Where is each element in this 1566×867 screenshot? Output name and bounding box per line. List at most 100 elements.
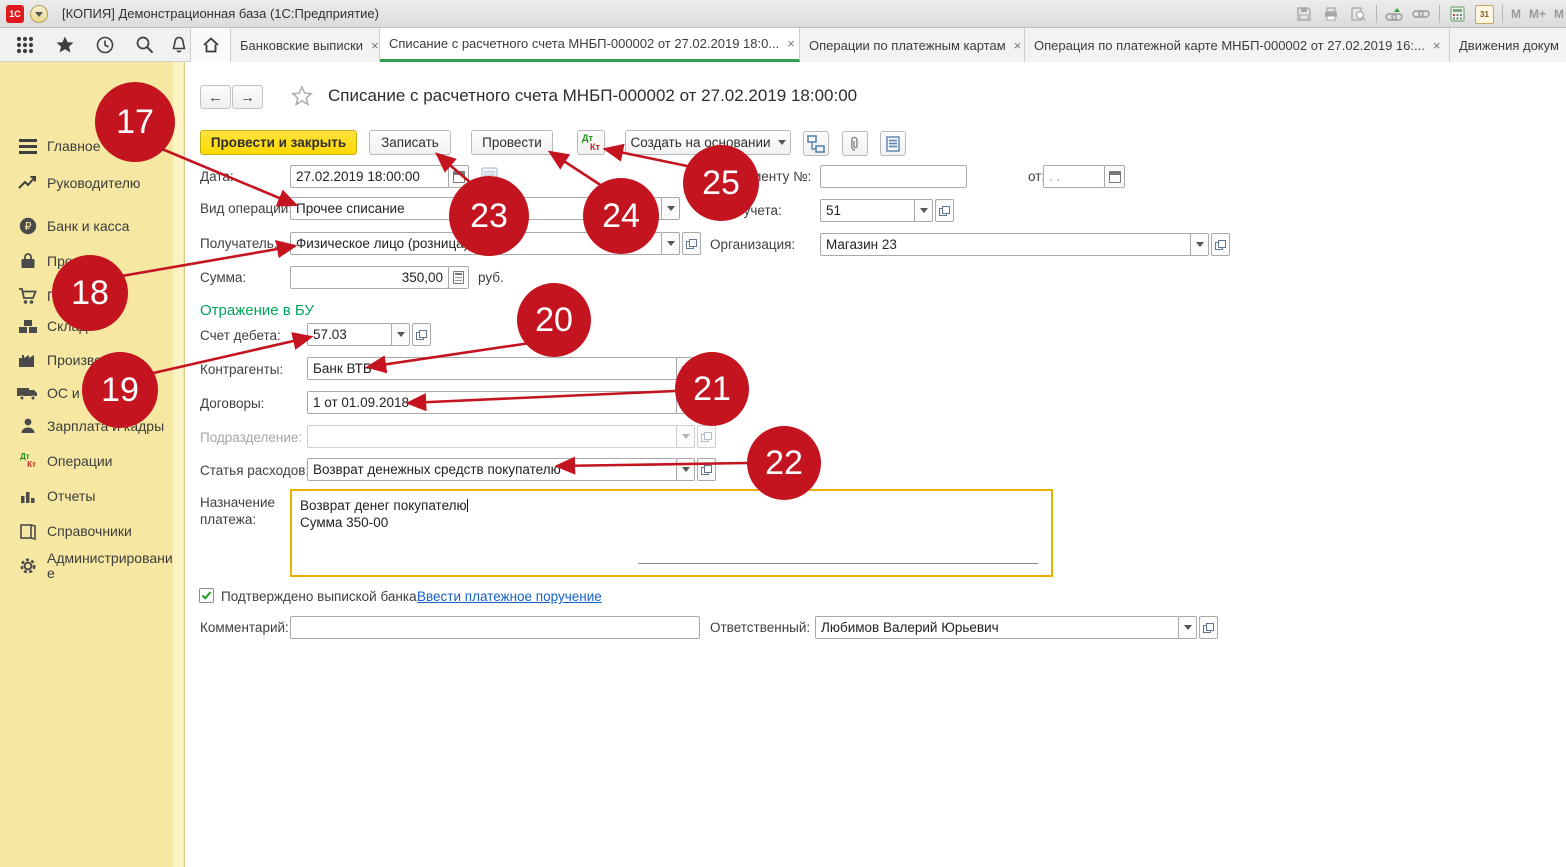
recipient-dropdown-button[interactable] [661,232,680,255]
department-open-button [697,425,716,448]
related-documents-button[interactable] [803,131,829,156]
tab-home[interactable] [190,28,231,62]
history-icon[interactable] [92,33,118,57]
memory-mminus-button[interactable]: M [1554,7,1564,21]
doc-number-input[interactable] [820,165,967,188]
comment-label: Комментарий: [200,620,289,635]
organization-open-button[interactable] [1211,233,1230,256]
sidebar-item-rukovoditelyu[interactable]: Руководителю [0,168,175,198]
close-icon[interactable]: × [787,36,795,51]
debit-account-dropdown-button[interactable] [391,323,410,346]
contracts-dropdown-button[interactable] [676,391,695,414]
sidebar-item-otchety[interactable]: Отчеты [0,481,175,511]
chevron-down-icon [397,332,405,337]
close-icon[interactable]: × [1014,38,1022,53]
post-and-close-button[interactable]: Провести и закрыть [200,130,357,155]
expense-item-dropdown-button[interactable] [676,458,695,481]
contracts-open-button[interactable] [697,391,716,414]
recipient-open-button[interactable] [682,232,701,255]
account-open-button[interactable] [935,199,954,222]
post-button[interactable]: Провести [471,130,553,155]
enter-payment-order-link[interactable]: Ввести платежное поручение [417,589,602,604]
attachments-paperclip-button[interactable] [842,131,868,156]
expense-item-input[interactable]: Возврат денежных средств покупателю [307,458,677,481]
calendar-icon[interactable]: 31 [1475,5,1494,24]
close-icon[interactable]: × [1433,38,1441,53]
sidebar-item-zarplata[interactable]: Зарплата и кадры [0,411,175,441]
favorites-star-icon[interactable] [52,33,78,57]
tab-card-operation-doc[interactable]: Операция по платежной карте МНБП-000002 … [1025,28,1450,62]
organization-label: Организация: [710,237,795,252]
sidebar-item-pokupki[interactable]: Покупки [0,281,175,311]
sidebar-item-sklad[interactable]: Склад [0,311,175,341]
contractors-open-button[interactable] [697,357,716,380]
sidebar-item-proizvodstvo[interactable]: Производство [0,345,175,375]
payment-purpose-label: Назначение платежа: [200,494,280,528]
chevron-down-icon [682,467,690,472]
debit-account-open-button[interactable] [412,323,431,346]
search-icon[interactable] [132,33,158,57]
amount-calculator-button[interactable] [448,266,469,289]
report-button[interactable] [880,131,906,156]
operation-type-dropdown-button[interactable] [661,197,680,220]
print-preview-icon[interactable] [1349,5,1368,24]
tab-card-operations[interactable]: Операции по платежным картам× [800,28,1025,62]
organization-dropdown-button[interactable] [1190,233,1209,256]
bank-confirmed-checkbox[interactable] [199,588,214,603]
close-icon[interactable]: × [371,38,379,53]
open-icon [701,432,712,442]
payment-purpose-line1: Возврат денег покупателю [300,498,467,513]
doc-date-calendar-button[interactable] [1104,165,1125,188]
create-based-on-button[interactable]: Создать на основании [625,130,791,155]
notifications-bell-icon[interactable] [166,33,192,57]
sidebar-item-spravochniki[interactable]: Справочники [0,516,175,546]
amount-label: Сумма: [200,270,246,285]
memory-mplus-button[interactable]: M+ [1529,7,1546,21]
tools-grid-icon[interactable] [12,33,38,57]
window-title: [КОПИЯ] Демонстрационная база (1С:Предпр… [62,6,379,21]
organization-input[interactable]: Магазин 23 [820,233,1191,256]
go-to-link-icon[interactable] [1385,5,1404,24]
sidebar-item-operatsii[interactable]: ДтКт Операции [0,446,175,476]
amount-input[interactable]: 350,00 [290,266,449,289]
tab-document-movements[interactable]: Движения докум [1450,28,1566,62]
contractors-input[interactable]: Банк ВТБ [307,357,677,380]
sidebar-item-os-i-nma[interactable]: ОС и НМА [0,378,175,408]
sidebar-item-prodazhi[interactable]: Продажи [0,246,175,276]
get-link-icon[interactable] [1412,5,1431,24]
save-button[interactable]: Записать [369,130,451,155]
doc-date-input[interactable]: . . [1043,165,1105,188]
responsible-open-button[interactable] [1199,616,1218,639]
account-dropdown-button[interactable] [914,199,933,222]
sidebar-item-label: ОС и НМА [47,386,173,401]
back-button[interactable]: ← [200,85,231,109]
recipient-input[interactable]: Физическое лицо (розница) [290,232,662,255]
favorite-star-icon[interactable] [290,84,314,113]
contractors-dropdown-button[interactable] [676,357,695,380]
sidebar-item-bank-i-kassa[interactable]: ₽ Банк и касса [0,211,175,241]
debit-account-input[interactable]: 57.03 [307,323,392,346]
account-input[interactable]: 51 [820,199,915,222]
dtkt-postings-button[interactable]: ДтКт [577,130,605,155]
comment-input[interactable] [290,616,700,639]
date-calendar-button[interactable] [448,165,469,188]
print-icon[interactable] [1322,5,1341,24]
responsible-dropdown-button[interactable] [1178,616,1197,639]
sidebar-item-glavnoe[interactable]: Главное [0,131,175,161]
calculator-icon[interactable] [1448,5,1467,24]
main-menu-button[interactable] [30,5,48,23]
list-view-icon[interactable] [481,167,498,187]
contracts-input[interactable]: 1 от 01.09.2018 [307,391,677,414]
expense-item-open-button[interactable] [697,458,716,481]
operation-type-select[interactable]: Прочее списание [290,197,662,220]
tab-bank-statements[interactable]: Банковские выписки× [231,28,380,62]
forward-button[interactable]: → [232,85,263,109]
tab-debit-account-active[interactable]: Списание с расчетного счета МНБП-000002 … [380,28,800,62]
date-input[interactable]: 27.02.2019 18:00:00 [290,165,449,188]
chevron-down-icon [682,434,690,439]
open-icon [701,465,712,475]
memory-m-button[interactable]: M [1511,7,1521,21]
save-icon[interactable] [1295,5,1314,24]
sidebar-item-administrirovanie[interactable]: Администрирование [0,551,175,581]
responsible-input[interactable]: Любимов Валерий Юрьевич [815,616,1179,639]
